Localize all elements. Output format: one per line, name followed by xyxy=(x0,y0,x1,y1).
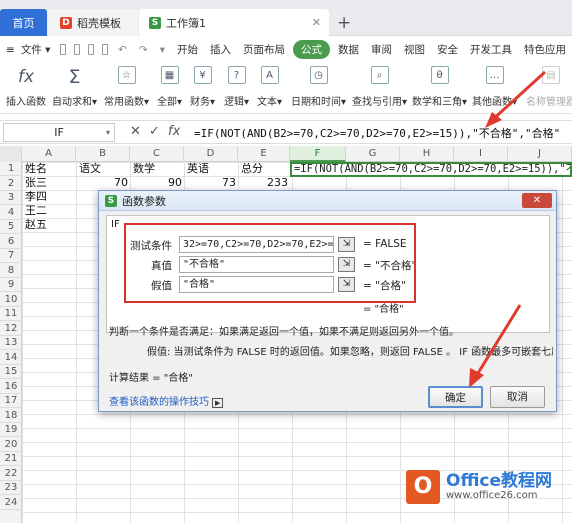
arrow-to-ok xyxy=(473,304,522,379)
annotation-arrows xyxy=(469,70,547,388)
watermark-brand: Office教程网 xyxy=(446,471,553,491)
arrow-to-formula xyxy=(488,70,547,124)
watermark-url: www.office26.com xyxy=(446,490,538,501)
watermark-logo: O Office教程网 www.office26.com xyxy=(406,470,552,504)
office-logo-icon: O xyxy=(406,470,440,504)
arrowhead-ok xyxy=(469,368,484,388)
